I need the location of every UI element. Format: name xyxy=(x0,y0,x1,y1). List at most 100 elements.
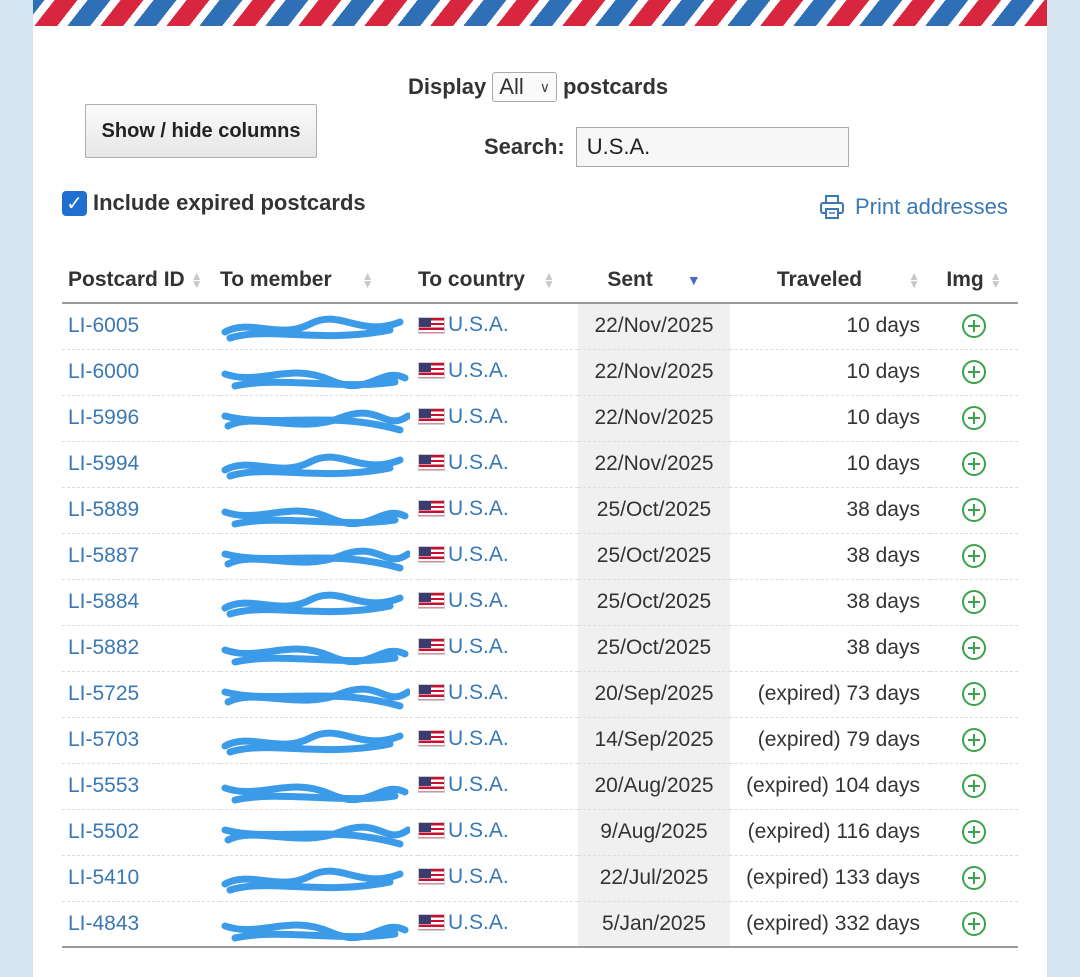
table-row[interactable]: LI-5502 U.S.A. 9/Aug/2025 (expired) 116 … xyxy=(62,809,1018,856)
plus-circle-icon[interactable] xyxy=(962,314,986,339)
postcard-id-link[interactable]: LI-5994 xyxy=(68,452,139,475)
country-link[interactable]: U.S.A. xyxy=(418,681,509,705)
redaction-scribble xyxy=(221,867,404,893)
table-row[interactable]: LI-6005 U.S.A. 22/Nov/2025 10 days xyxy=(62,303,1018,350)
postcard-id-link[interactable]: LI-5553 xyxy=(68,774,139,797)
col-traveled[interactable]: Traveled ▲ ▼ xyxy=(730,257,930,304)
sort-icon: ▲ ▼ xyxy=(542,268,555,291)
postcard-id-cell: LI-5703 xyxy=(62,717,220,764)
table-row[interactable]: LI-5887 U.S.A. 25/Oct/2025 38 days xyxy=(62,533,1018,580)
country-link[interactable]: U.S.A. xyxy=(418,451,509,475)
sent-cell: 5/Jan/2025 xyxy=(578,901,730,948)
country-link[interactable]: U.S.A. xyxy=(418,497,509,521)
plus-circle-icon[interactable] xyxy=(962,728,986,753)
country-link[interactable]: U.S.A. xyxy=(418,727,509,751)
traveled-cell: (expired) 73 days xyxy=(730,671,930,718)
us-flag-icon xyxy=(418,914,445,931)
table-row[interactable]: LI-6000 U.S.A. 22/Nov/2025 10 days xyxy=(62,349,1018,396)
search-input[interactable]: U.S.A. xyxy=(575,127,849,167)
postcard-id-link[interactable]: LI-5887 xyxy=(68,544,139,567)
table-row[interactable]: LI-5889 U.S.A. 25/Oct/2025 38 days xyxy=(62,487,1018,534)
plus-circle-icon[interactable] xyxy=(962,866,986,891)
table-row[interactable]: LI-5410 U.S.A. 22/Jul/2025 (expired) 133… xyxy=(62,855,1018,902)
chevron-down-icon: ∨ xyxy=(539,78,550,95)
table-row[interactable]: LI-5703 U.S.A. 14/Sep/2025 (expired) 79 … xyxy=(62,717,1018,764)
traveled-cell: (expired) 332 days xyxy=(730,901,930,948)
postcard-id-link[interactable]: LI-4843 xyxy=(68,912,139,935)
table-row[interactable]: LI-5996 U.S.A. 22/Nov/2025 10 days xyxy=(62,395,1018,442)
col-to-country[interactable]: To country ▲ ▼ xyxy=(418,257,578,304)
plus-circle-icon[interactable] xyxy=(962,682,986,707)
airmail-border xyxy=(33,0,1047,26)
country-link[interactable]: U.S.A. xyxy=(418,359,509,383)
print-addresses-link[interactable]: Print addresses xyxy=(819,194,1008,220)
postcard-id-link[interactable]: LI-5725 xyxy=(68,682,139,705)
plus-circle-icon[interactable] xyxy=(962,452,986,477)
table-row[interactable]: LI-5553 U.S.A. 20/Aug/2025 (expired) 104… xyxy=(62,763,1018,810)
country-cell: U.S.A. xyxy=(418,717,578,764)
col-sent[interactable]: Sent ▼ xyxy=(578,257,730,304)
country-link[interactable]: U.S.A. xyxy=(418,865,509,889)
include-expired-checkbox[interactable]: ✓ xyxy=(62,190,87,216)
plus-circle-icon[interactable] xyxy=(962,544,986,569)
img-cell xyxy=(930,349,1018,396)
img-cell xyxy=(930,303,1018,350)
country-link[interactable]: U.S.A. xyxy=(418,313,509,337)
sent-cell: 22/Nov/2025 xyxy=(578,303,730,350)
plus-circle-icon[interactable] xyxy=(962,820,986,845)
plus-circle-icon[interactable] xyxy=(962,406,986,431)
country-link[interactable]: U.S.A. xyxy=(418,819,509,843)
img-cell xyxy=(930,901,1018,948)
sent-cell: 25/Oct/2025 xyxy=(578,579,730,626)
col-to-member[interactable]: To member ▲ ▼ xyxy=(220,257,418,304)
plus-circle-icon[interactable] xyxy=(962,360,986,385)
us-flag-icon xyxy=(418,730,445,748)
img-cell xyxy=(930,671,1018,718)
country-link[interactable]: U.S.A. xyxy=(418,543,509,567)
country-link[interactable]: U.S.A. xyxy=(418,589,509,613)
col-img[interactable]: Img ▲ ▼ xyxy=(930,257,1018,304)
sort-icon: ▲ ▼ xyxy=(989,268,1002,291)
country-link[interactable]: U.S.A. xyxy=(418,635,509,659)
redaction-scribble xyxy=(221,369,409,389)
show-hide-columns-button[interactable]: Show / hide columns xyxy=(85,104,317,158)
plus-circle-icon[interactable] xyxy=(962,498,986,523)
postcard-id-link[interactable]: LI-5502 xyxy=(68,820,139,843)
country-cell: U.S.A. xyxy=(418,763,578,810)
postcard-id-link[interactable]: LI-5410 xyxy=(68,866,139,889)
postcard-id-link[interactable]: LI-5703 xyxy=(68,728,139,751)
country-link[interactable]: U.S.A. xyxy=(418,405,509,429)
country-name: U.S.A. xyxy=(448,726,509,750)
country-cell: U.S.A. xyxy=(418,625,578,672)
redaction-scribble xyxy=(221,783,409,803)
postcard-id-cell: LI-5884 xyxy=(62,579,220,626)
plus-circle-icon[interactable] xyxy=(962,774,986,799)
traveled-cell: 38 days xyxy=(730,625,930,672)
postcard-id-link[interactable]: LI-6005 xyxy=(68,314,139,337)
plus-circle-icon[interactable] xyxy=(962,590,986,615)
postcard-id-link[interactable]: LI-5884 xyxy=(68,590,139,613)
col-postcard-id[interactable]: Postcard ID ▲ ▼ xyxy=(62,257,220,304)
plus-circle-icon[interactable] xyxy=(962,911,986,936)
plus-circle-icon[interactable] xyxy=(962,636,986,661)
country-name: U.S.A. xyxy=(448,542,509,566)
country-link[interactable]: U.S.A. xyxy=(418,911,509,935)
country-link[interactable]: U.S.A. xyxy=(418,773,509,797)
member-cell xyxy=(220,533,418,580)
member-cell xyxy=(220,487,418,534)
display-filter: Display All ∨ postcards xyxy=(408,72,668,102)
postcard-id-link[interactable]: LI-6000 xyxy=(68,360,139,383)
member-cell xyxy=(220,349,418,396)
table-row[interactable]: LI-5994 U.S.A. 22/Nov/2025 10 days xyxy=(62,441,1018,488)
us-flag-icon xyxy=(418,638,445,656)
table-row[interactable]: LI-5725 U.S.A. 20/Sep/2025 (expired) 73 … xyxy=(62,671,1018,718)
postcard-id-link[interactable]: LI-5889 xyxy=(68,498,139,521)
table-row[interactable]: LI-5882 U.S.A. 25/Oct/2025 38 days xyxy=(62,625,1018,672)
postcard-id-link[interactable]: LI-5882 xyxy=(68,636,139,659)
postcard-id-link[interactable]: LI-5996 xyxy=(68,406,139,429)
table-row[interactable]: LI-4843 U.S.A. 5/Jan/2025 (expired) 332 … xyxy=(62,901,1018,948)
country-name: U.S.A. xyxy=(448,588,509,612)
search-label: Search: xyxy=(484,134,565,159)
table-row[interactable]: LI-5884 U.S.A. 25/Oct/2025 38 days xyxy=(62,579,1018,626)
display-select[interactable]: All ∨ xyxy=(492,72,557,102)
